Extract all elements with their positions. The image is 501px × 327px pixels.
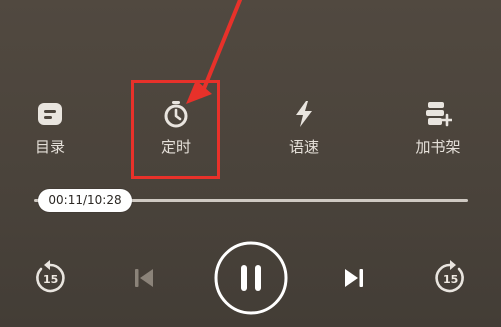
- rewind-seconds-label: 15: [43, 273, 59, 286]
- audio-player-panel: 目录 定时 语速 加书架 00:11/10:28 15 15: [0, 0, 501, 327]
- forward-15-button[interactable]: 15: [430, 258, 470, 298]
- timer-icon: [164, 101, 188, 128]
- rewind-15-button[interactable]: 15: [30, 258, 70, 298]
- catalog-button[interactable]: 目录: [8, 96, 92, 166]
- next-chapter-button[interactable]: [338, 262, 370, 294]
- playback-controls: 15 15: [0, 236, 501, 316]
- skip-next-icon: [345, 269, 363, 287]
- speed-button[interactable]: 语速: [262, 96, 346, 166]
- previous-chapter-button[interactable]: [128, 262, 160, 294]
- lightning-icon: [296, 101, 312, 127]
- timer-button[interactable]: 定时: [134, 96, 218, 166]
- catalog-icon: [38, 103, 62, 125]
- progress-time-handle[interactable]: 00:11/10:28: [38, 189, 132, 212]
- add-to-shelf-button[interactable]: 加书架: [396, 96, 480, 166]
- feature-row: 目录 定时 语速 加书架: [0, 96, 501, 166]
- forward-seconds-label: 15: [443, 273, 459, 286]
- skip-previous-icon: [135, 269, 153, 287]
- timer-label: 定时: [160, 138, 191, 156]
- catalog-label: 目录: [34, 138, 65, 156]
- play-pause-button[interactable]: [213, 240, 289, 316]
- pause-icon: [214, 241, 288, 315]
- add-to-shelf-label: 加书架: [415, 138, 461, 156]
- add-to-shelf-icon: [426, 102, 452, 127]
- speed-label: 语速: [288, 138, 319, 156]
